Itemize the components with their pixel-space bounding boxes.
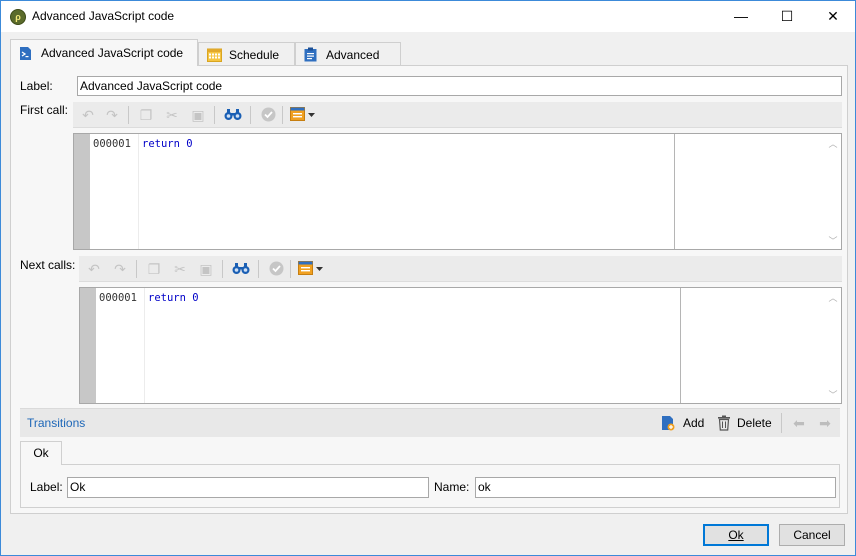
tab-advanced-javascript-code[interactable]: Advanced JavaScript code bbox=[10, 39, 198, 66]
transitions-title: Transitions bbox=[27, 416, 86, 430]
close-button[interactable]: ✕ bbox=[810, 1, 856, 32]
insert-field-icon[interactable] bbox=[290, 107, 316, 123]
editor-divider bbox=[138, 134, 139, 249]
tab-label: Advanced JavaScript code bbox=[41, 46, 184, 60]
add-label: Add bbox=[683, 416, 705, 430]
transition-label-field[interactable]: Ok bbox=[67, 477, 429, 498]
editor-gutter bbox=[74, 134, 90, 249]
find-icon[interactable] bbox=[232, 261, 250, 277]
label-caption: Label: bbox=[20, 79, 53, 93]
scroll-up-icon[interactable]: ︿ bbox=[827, 137, 839, 150]
editor-margin-line bbox=[674, 134, 675, 249]
ok-button[interactable]: Ok bbox=[703, 524, 769, 546]
transition-name-caption: Name: bbox=[434, 480, 470, 494]
tab-advanced[interactable]: Advanced bbox=[295, 42, 401, 66]
first-call-caption: First call: bbox=[20, 103, 68, 117]
copy-icon[interactable]: ❐ bbox=[138, 107, 154, 123]
next-calls-toolbar: ↶ ↷ ❐ ✂ ▣ bbox=[79, 256, 842, 282]
toolbar-divider bbox=[128, 106, 129, 124]
trash-icon bbox=[717, 415, 731, 434]
code-text[interactable]: return 0 bbox=[148, 292, 199, 304]
tab-schedule[interactable]: Schedule bbox=[198, 42, 295, 66]
script-icon bbox=[19, 46, 32, 61]
cancel-button-label: Cancel bbox=[793, 528, 831, 542]
scroll-down-icon[interactable]: ﹀ bbox=[827, 388, 839, 401]
tab-label: Advanced bbox=[326, 47, 380, 62]
move-right-arrow-icon[interactable]: ➡ bbox=[817, 415, 833, 431]
editor-divider bbox=[144, 288, 145, 403]
transition-details-panel: Label: Ok Name: ok bbox=[20, 464, 840, 508]
first-call-toolbar: ↶ ↷ ❐ ✂ ▣ bbox=[73, 102, 842, 128]
window-title: Advanced JavaScript code bbox=[32, 9, 175, 23]
line-number: 000001 bbox=[93, 138, 131, 150]
undo-icon[interactable]: ↶ bbox=[86, 261, 102, 277]
app-logo-icon: ρ bbox=[10, 9, 26, 25]
delete-label: Delete bbox=[737, 416, 772, 430]
paste-icon[interactable]: ▣ bbox=[190, 107, 206, 123]
transition-name-field[interactable]: ok bbox=[475, 477, 836, 498]
line-number: 000001 bbox=[99, 292, 137, 304]
toolbar-divider bbox=[250, 106, 251, 124]
validate-icon[interactable] bbox=[260, 107, 276, 123]
cut-icon[interactable]: ✂ bbox=[164, 107, 180, 123]
maximize-button[interactable]: ☐ bbox=[764, 1, 810, 32]
tab-ok-transition[interactable]: Ok bbox=[20, 441, 62, 465]
toolbar-divider bbox=[136, 260, 137, 278]
redo-icon[interactable]: ↷ bbox=[112, 261, 128, 277]
move-left-arrow-icon[interactable]: ⬅ bbox=[791, 415, 807, 431]
editor-margin-line bbox=[680, 288, 681, 403]
toolbar-divider bbox=[282, 106, 283, 124]
redo-icon[interactable]: ↷ bbox=[104, 107, 120, 123]
next-calls-code-editor[interactable]: 000001 return 0 ︿ ﹀ bbox=[79, 287, 842, 404]
toolbar-divider bbox=[781, 413, 782, 433]
first-call-code-editor[interactable]: 000001 return 0 ︿ ﹀ bbox=[73, 133, 842, 250]
add-icon bbox=[661, 415, 675, 434]
minimize-button[interactable]: — bbox=[718, 1, 764, 32]
label-field[interactable]: Advanced JavaScript code bbox=[77, 76, 842, 96]
ok-button-label: Ok bbox=[728, 528, 744, 542]
paste-icon[interactable]: ▣ bbox=[198, 261, 214, 277]
validate-icon[interactable] bbox=[268, 261, 284, 277]
add-transition-button[interactable]: Add bbox=[661, 414, 723, 432]
tab-label: Schedule bbox=[229, 47, 280, 62]
copy-icon[interactable]: ❐ bbox=[146, 261, 162, 277]
find-icon[interactable] bbox=[224, 107, 242, 123]
calendar-icon bbox=[207, 47, 222, 62]
next-calls-caption: Next calls: bbox=[20, 258, 76, 272]
editor-gutter bbox=[80, 288, 96, 403]
cut-icon[interactable]: ✂ bbox=[172, 261, 188, 277]
undo-icon[interactable]: ↶ bbox=[80, 107, 96, 123]
scroll-down-icon[interactable]: ﹀ bbox=[827, 234, 839, 247]
toolbar-divider bbox=[258, 260, 259, 278]
title-bar: ρ Advanced JavaScript code — ☐ ✕ bbox=[1, 1, 855, 32]
insert-field-icon[interactable] bbox=[298, 261, 324, 277]
clipboard-icon bbox=[304, 47, 317, 62]
toolbar-divider bbox=[222, 260, 223, 278]
cancel-button[interactable]: Cancel bbox=[779, 524, 845, 546]
dialog-window: ρ Advanced JavaScript code — ☐ ✕ Advance… bbox=[0, 0, 856, 556]
code-text[interactable]: return 0 bbox=[142, 138, 193, 150]
toolbar-divider bbox=[214, 106, 215, 124]
scroll-up-icon[interactable]: ︿ bbox=[827, 291, 839, 304]
toolbar-divider bbox=[290, 260, 291, 278]
delete-transition-button[interactable]: Delete bbox=[717, 414, 777, 432]
transitions-bar: Transitions Add Delete ⬅ ➡ bbox=[20, 408, 840, 437]
transition-label-caption: Label: bbox=[30, 480, 63, 494]
